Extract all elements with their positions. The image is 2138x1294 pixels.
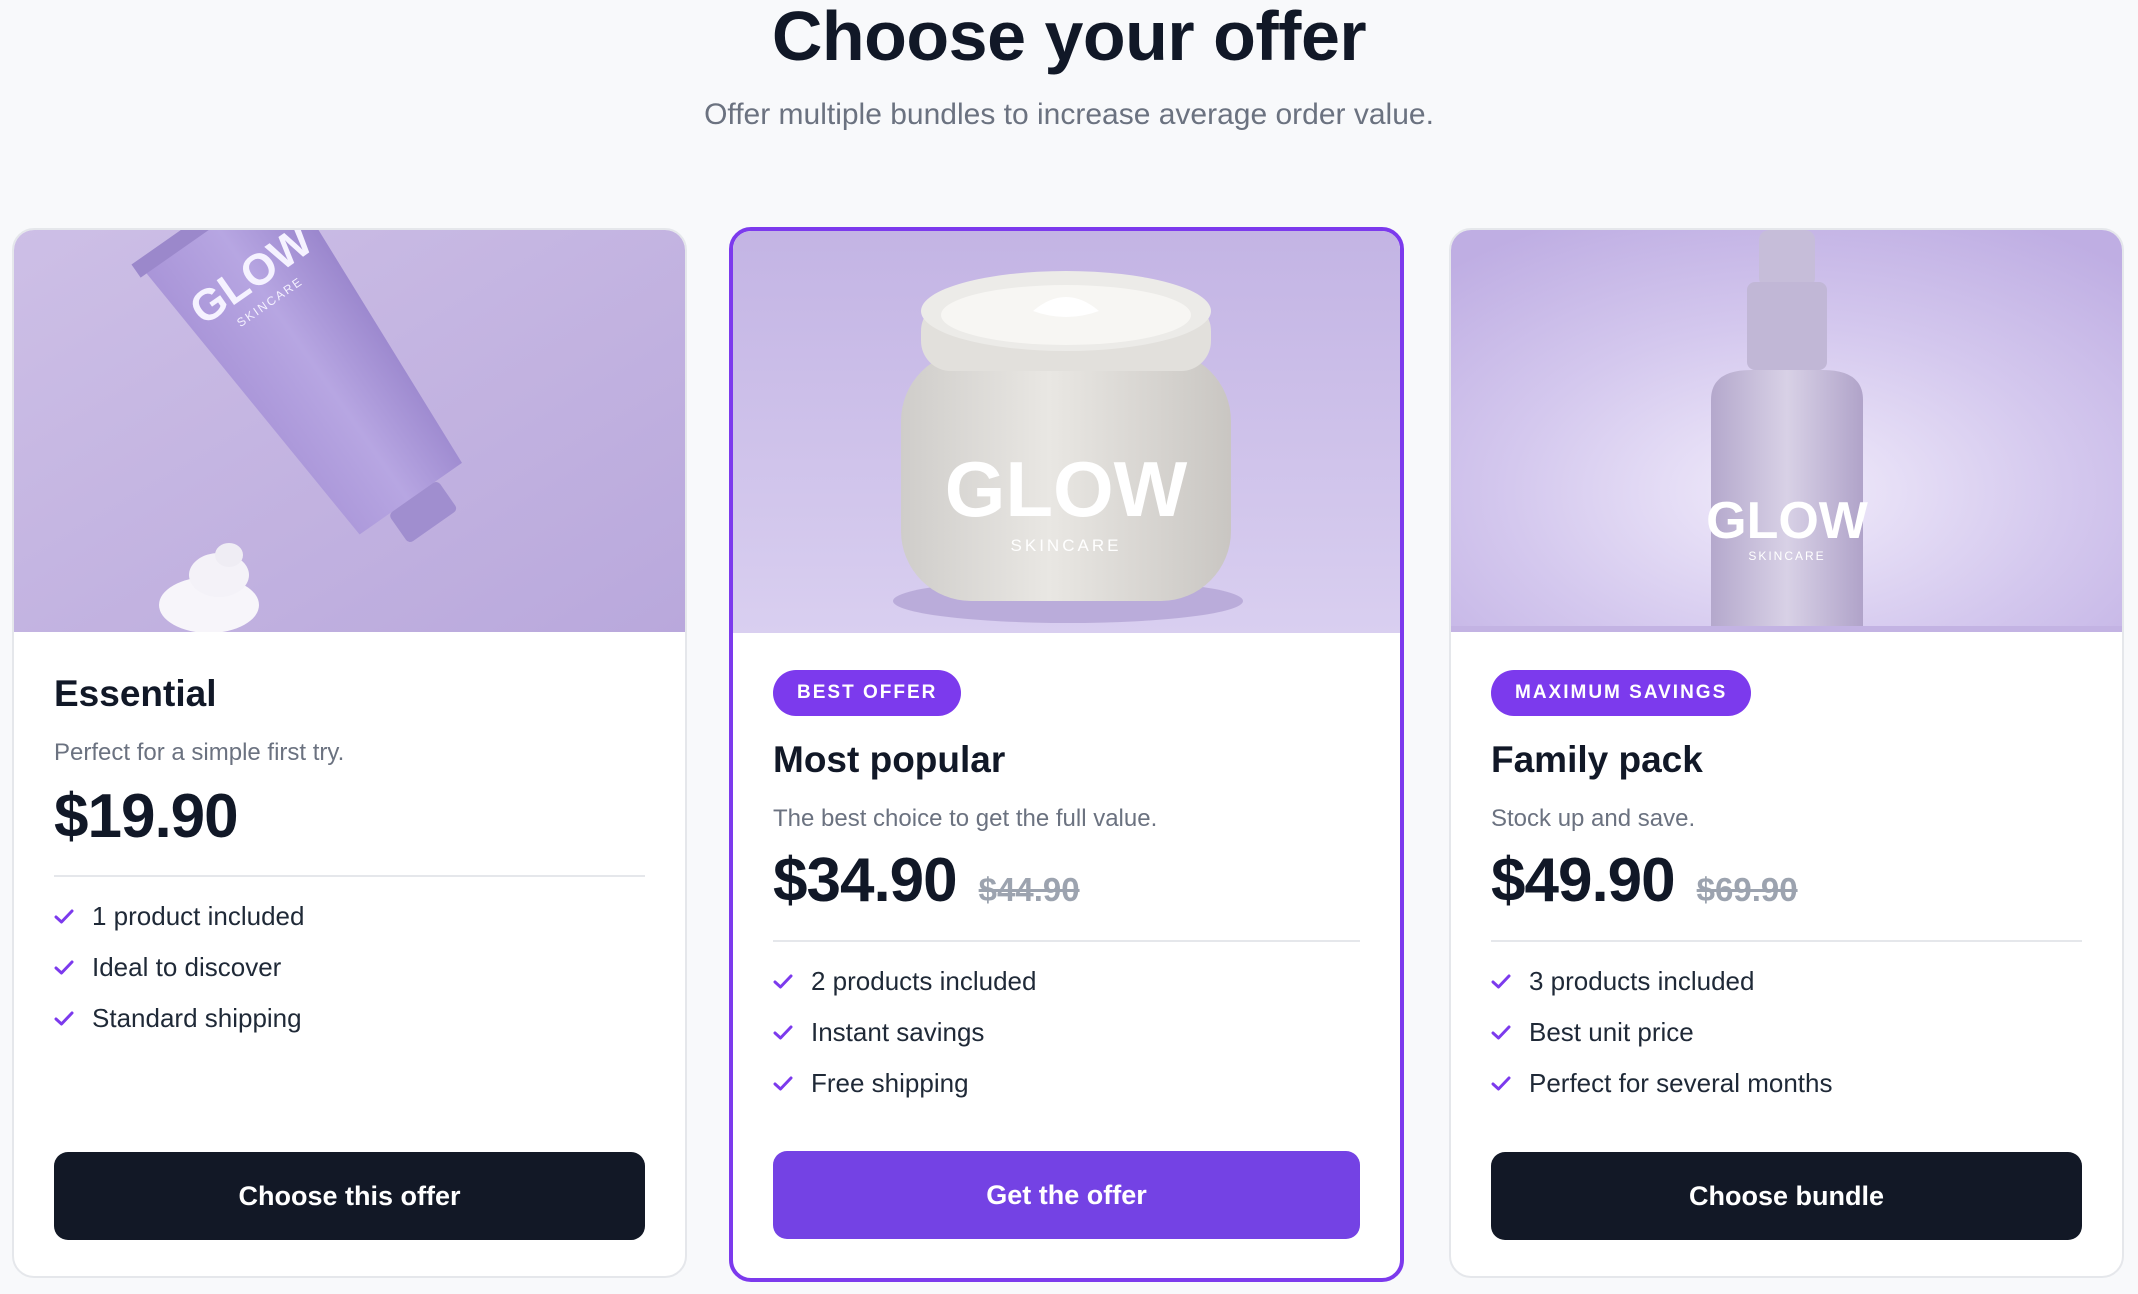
feature-text: Best unit price (1529, 1017, 1694, 1047)
feature-text: 1 product included (92, 901, 305, 931)
price-row: $34.90 $44.90 (773, 846, 1360, 916)
get-the-offer-button[interactable]: Get the offer (773, 1151, 1360, 1239)
feature-item: 2 products included (773, 956, 1360, 1007)
price-row: $49.90 $69.90 (1491, 846, 2082, 916)
tube-icon: GLOW SKINCARE (14, 230, 685, 632)
best-offer-badge: BEST OFFER (773, 670, 962, 716)
feature-list: 2 products included Instant savings Free… (773, 956, 1360, 1109)
price: $49.90 (1491, 846, 1676, 915)
check-icon (54, 1011, 92, 1027)
feature-text: Perfect for several months (1529, 1068, 1833, 1098)
card-title: Family pack (1491, 739, 1703, 780)
jar-logo: GLOW (945, 445, 1188, 533)
page-subtitle: Offer multiple bundles to increase avera… (704, 98, 1434, 131)
choose-bundle-button[interactable]: Choose bundle (1491, 1152, 2082, 1240)
dropper-bottle-icon: GLOW SKINCARE (1451, 230, 2122, 632)
feature-item: Standard shipping (54, 993, 645, 1044)
price-row: $19.90 (54, 782, 645, 852)
offer-card-family-pack: GLOW SKINCARE MAXIMUM SAVINGS Family pac… (1449, 228, 2124, 1278)
check-icon (1491, 1076, 1529, 1092)
old-price: $44.90 (978, 871, 1080, 908)
check-icon (773, 974, 811, 990)
card-description: The best choice to get the full value. (773, 805, 1158, 832)
card-description: Stock up and save. (1491, 805, 1696, 832)
feature-item: Perfect for several months (1491, 1058, 2082, 1109)
card-title: Essential (54, 673, 217, 714)
feature-item: Free shipping (773, 1058, 1360, 1109)
feature-item: 3 products included (1491, 956, 2082, 1007)
feature-text: Ideal to discover (92, 952, 282, 982)
check-icon (1491, 974, 1529, 990)
check-icon (1491, 1025, 1529, 1041)
offer-card-essential: GLOW SKINCARE Essential Perfect for a si… (12, 228, 687, 1278)
feature-text: Instant savings (811, 1017, 985, 1047)
maximum-savings-badge: MAXIMUM SAVINGS (1491, 670, 1752, 716)
offer-card-most-popular: GLOW SKINCARE BEST OFFER Most popular Th… (729, 227, 1404, 1282)
feature-text: Free shipping (811, 1068, 969, 1098)
feature-text: 2 products included (811, 966, 1037, 996)
jar-logo-sub: SKINCARE (1011, 536, 1122, 555)
card-title: Most popular (773, 739, 1006, 780)
feature-item: Ideal to discover (54, 942, 645, 993)
feature-list: 3 products included Best unit price Perf… (1491, 956, 2082, 1109)
card-description: Perfect for a simple first try. (54, 739, 345, 766)
feature-text: Standard shipping (92, 1003, 302, 1033)
price: $34.90 (773, 846, 958, 915)
product-image-tube: GLOW SKINCARE (14, 230, 685, 632)
bottle-logo-sub: SKINCARE (1748, 549, 1825, 563)
product-image-bottle: GLOW SKINCARE (1451, 230, 2122, 632)
feature-item: Best unit price (1491, 1007, 2082, 1058)
feature-item: Instant savings (773, 1007, 1360, 1058)
feature-item: 1 product included (54, 891, 645, 942)
jar-icon: GLOW SKINCARE (733, 231, 1400, 633)
old-price: $69.90 (1696, 871, 1798, 908)
bottle-logo: GLOW (1706, 492, 1869, 550)
check-icon (773, 1025, 811, 1041)
feature-list: 1 product included Ideal to discover Sta… (54, 891, 645, 1044)
check-icon (54, 909, 92, 925)
choose-this-offer-button[interactable]: Choose this offer (54, 1152, 645, 1240)
check-icon (54, 960, 92, 976)
product-image-jar: GLOW SKINCARE (733, 231, 1400, 633)
feature-text: 3 products included (1529, 966, 1755, 996)
price: $19.90 (54, 782, 239, 851)
page-title: Choose your offer (771, 0, 1367, 75)
check-icon (773, 1076, 811, 1092)
